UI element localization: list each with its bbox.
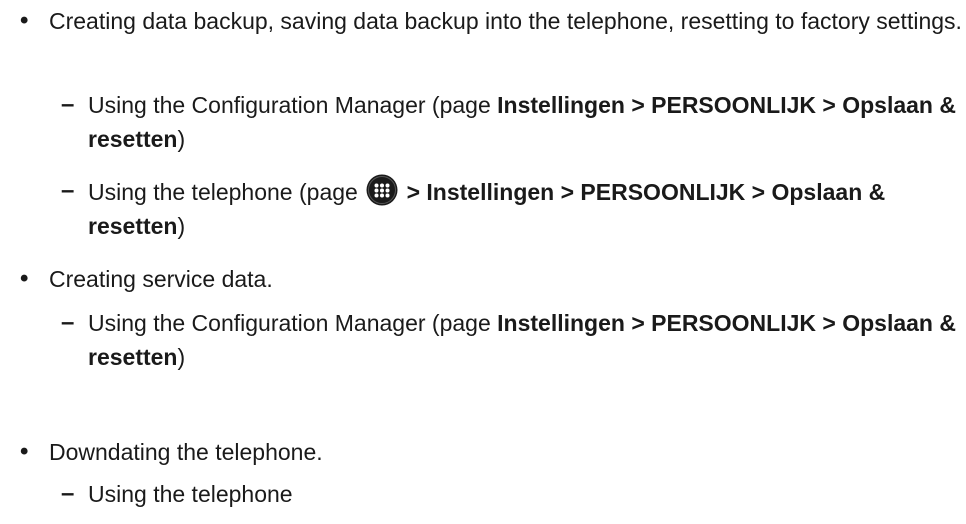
- sub-item-config-manager: Using the Configuration Manager (page In…: [88, 306, 964, 374]
- list-item-service-data: Creating service data.: [49, 266, 273, 292]
- sub-item-text: Using the Configuration Manager (page: [88, 92, 498, 118]
- sub-item-text-end: ): [177, 126, 186, 152]
- sub-bullet-dash: –: [61, 177, 75, 204]
- sub-bullet-dash: –: [61, 309, 75, 336]
- sub-item-text: Using the Configuration Manager (page: [88, 310, 498, 336]
- sub-item-text-end: ): [177, 213, 186, 239]
- sub-item-text: Using the telephone (page: [88, 179, 365, 205]
- bullet: •: [20, 7, 29, 34]
- sub-item-telephone: Using the telephone: [88, 481, 293, 507]
- sub-item-telephone: Using the telephone (page > Instellingen…: [88, 174, 964, 243]
- apps-grid-icon: [366, 174, 398, 206]
- sub-bullet-dash: –: [61, 480, 75, 507]
- sub-item-config-manager: Using the Configuration Manager (page In…: [88, 88, 964, 156]
- bullet: •: [20, 438, 29, 465]
- sub-bullet-dash: –: [61, 91, 75, 118]
- list-item-data-backup: Creating data backup, saving data backup…: [49, 8, 962, 34]
- bullet: •: [20, 265, 29, 292]
- sub-item-text-end: ): [177, 344, 186, 370]
- document-page: • Creating data backup, saving data back…: [0, 0, 966, 524]
- list-item-downdating: Downdating the telephone.: [49, 439, 323, 465]
